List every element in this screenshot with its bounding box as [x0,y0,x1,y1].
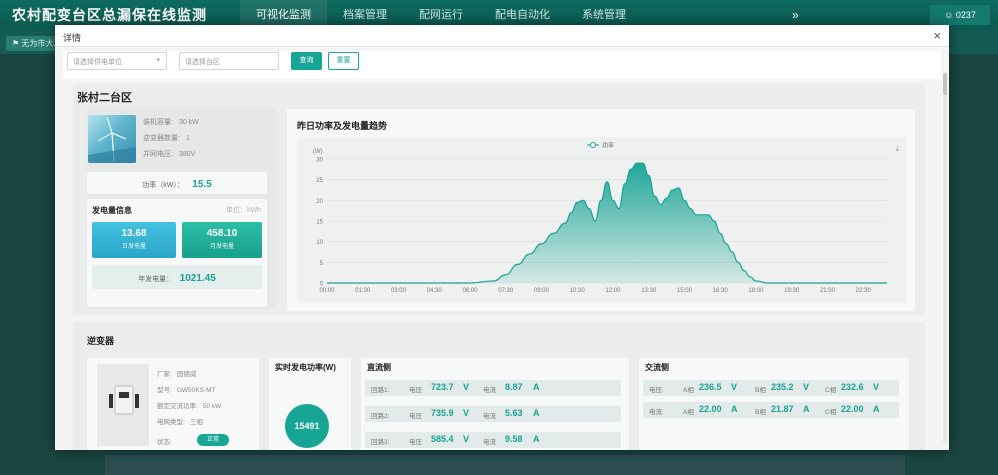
detail-modal: 详情 × 请选择供电单位 ▾ 请选择台区 查询 重置 张村二台区 装机容量: 3… [55,25,949,450]
x-tick-label: 16:30 [713,288,729,294]
user-icon: ☺ [944,10,954,20]
spec-inverter-count: 逆变器数量: 1 [143,135,190,142]
y-axis-label: (W) [313,149,323,155]
daily-generation-tile: 13.68 日发电量 [92,222,176,258]
daily-generation-label: 日发电量 [121,244,146,250]
x-tick-label: 07:30 [498,288,514,294]
wind-turbine-image [88,115,136,163]
station-name: 张村二台区 [77,92,132,104]
trend-chart: 051015202530(W)00:00 01:30 03:00 04:30 06:00… [297,137,907,303]
x-tick-label: 18:00 [748,288,764,294]
realtime-power-card: 实时发电功率(W) 15491 [269,358,351,450]
monthly-generation-value: 458.10 [206,228,238,239]
status-badge: 正常 [197,434,229,446]
app-title: 农村配变台区总漏保在线监测 [12,7,207,23]
x-tick-label: 13:30 [641,288,657,294]
modal-title: 详情 [63,33,82,43]
yearly-generation-label: 年发电量： [138,276,174,283]
y-tick-label: 30 [316,158,323,164]
dc-side-card: 直流侧 回路1: 电压 723.7 V 电流 8.87 A 回路2: 电压 73… [361,358,629,450]
inverter-grid-type: 电网类型: 三相 [157,419,203,426]
generation-card: 发电量信息 单位：kWh 13.68 日发电量 458.10 月发电量 年发电量… [87,199,267,307]
dc-loop-row: 回路1: 电压 723.7 V 电流 8.87 A [365,380,621,396]
x-tick-label: 03:00 [391,288,407,294]
dc-loop-row: 回路2: 电压 735.9 V 电流 5.63 A [365,406,621,422]
power-label: 功率（kW）： [142,182,184,189]
close-icon[interactable]: × [933,28,941,43]
scrollbar-track[interactable] [943,73,947,443]
realtime-power-value: 15491 [285,404,329,448]
station-info: 装机容量: 30 kW 逆变器数量: 1 并网电压: 380V 功率（kW）： 15.… [87,109,277,309]
page-footer-band [105,455,905,475]
power-unit-select[interactable]: 请选择供电单位 ▾ [67,52,167,70]
x-tick-label: 22:30 [856,288,872,294]
x-tick-label: 06:00 [462,288,478,294]
y-tick-label: 15 [316,220,323,226]
yearly-generation-value: 1021.45 [179,273,216,284]
user-id: 0237 [955,10,976,20]
user-badge[interactable]: ☺ 0237 [930,5,990,25]
inverter-title: 逆变器 [87,336,115,346]
y-tick-label: 20 [316,199,323,205]
ac-side-title: 交流侧 [645,363,669,372]
y-tick-label: 10 [316,240,323,246]
download-icon[interactable]: ⤓ [895,144,899,153]
x-tick-label: 01:30 [355,288,371,294]
x-tick-label: 19:30 [784,288,800,294]
monthly-generation-tile: 458.10 月发电量 [182,222,262,258]
x-tick-label: 12:00 [605,288,621,294]
nav-more-icon[interactable]: » [792,8,799,22]
filter-bar: 请选择供电单位 ▾ 请选择台区 查询 重置 [63,51,941,79]
inverter-status-label: 状态: [157,439,172,446]
scrollbar-thumb[interactable] [943,73,947,95]
ac-side-card: 交流侧 电压: A相 236.5 V B相 235.2 V C相 232.6 V… [639,358,909,450]
chevron-down-icon: ▾ [156,57,160,64]
x-tick-label: 09:00 [534,288,550,294]
inverter-card: 厂家: 固德威 型号: GW50KS-MT 额定交流功率: 50 kW 电网类型: 三相… [87,358,259,450]
area-input[interactable]: 请选择台区 [179,52,279,70]
inverter-section: 逆变器 厂家:固德威 型号:GW50KS-MT 额定交流功率:50 kW [73,322,925,450]
modal-header: 详情 × [55,25,949,47]
realtime-power-title: 实时发电功率(W) [275,363,336,372]
inverter-manufacturer: 厂家: 固德威 [157,371,197,378]
generation-title: 发电量信息 [92,206,132,215]
inverter-model: 型号: GW50KS-MT [157,387,216,394]
y-tick-label: 25 [316,178,323,184]
power-value: 15.5 [192,179,212,190]
inverter-image [97,364,149,446]
daily-generation-value: 13.68 [121,228,147,239]
legend-marker [590,142,596,148]
x-tick-label: 21:00 [820,288,836,294]
x-tick-label: 10:30 [570,288,586,294]
monthly-generation-label: 月发电量 [209,244,234,250]
trend-chart-panel: 昨日功率及发电量趋势 0 5 10 15 20 25 30 (W) 00:00 01:30 03:0… [287,109,915,311]
power-card: 功率（kW）： 15.5 [87,172,267,194]
inverter-rated-power: 额定交流功率: 50 kW [157,403,222,410]
x-tick-label: 00:00 [319,288,335,294]
power-unit-placeholder: 请选择供电单位 [73,59,122,66]
legend-label: 功率 [602,142,614,150]
query-button[interactable]: 查询 [291,52,322,70]
ac-voltage-row: 电压: A相 236.5 V B相 235.2 V C相 232.6 V [643,380,899,396]
spec-grid-voltage: 并网电压: 380V [143,151,196,158]
x-tick-label: 15:00 [677,288,693,294]
reset-button[interactable]: 重置 [328,52,359,70]
ac-current-row: 电流: A相 22.00 A B相 21.87 A C相 22.00 A [643,402,899,418]
dc-loop-row: 回路3: 电压 585.4 V 电流 9.58 A [365,432,621,448]
spec-capacity: 装机容量: 30 kW [143,119,199,126]
x-tick-label: 04:30 [427,288,443,294]
tag-icon: ⚑ [12,39,20,48]
generation-unit: 单位：kWh [226,207,261,214]
station-section: 张村二台区 装机容量: 30 kW 逆变器数量: 1 并网电压: 380V 功率… [73,83,925,315]
dc-side-title: 直流侧 [367,363,391,372]
yearly-generation: 年发电量： 1021.45 [92,265,262,289]
